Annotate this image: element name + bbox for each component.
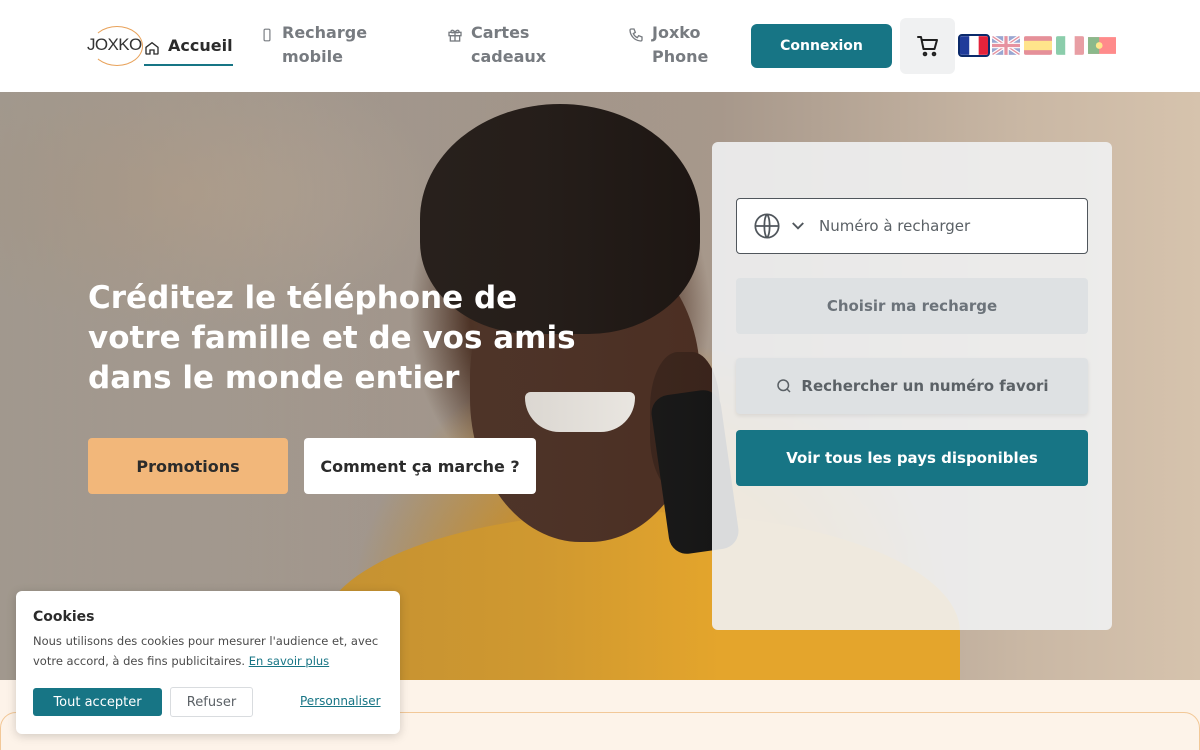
search-favorite-button[interactable]: Rechercher un numéro favori — [736, 358, 1088, 414]
nav-gift-cards[interactable]: Cartes cadeaux — [447, 21, 561, 69]
logo-text: JOXKO — [87, 35, 142, 54]
login-button[interactable]: Connexion — [751, 24, 892, 68]
how-it-works-button[interactable]: Comment ça marche ? — [304, 438, 536, 494]
flag-pt-icon[interactable] — [1088, 36, 1116, 55]
language-selector — [958, 34, 1116, 57]
home-icon — [145, 41, 159, 55]
nav-mobile-label: Recharge mobile — [282, 23, 368, 66]
choose-recharge-button[interactable]: Choisir ma recharge — [736, 278, 1088, 334]
nav-gift-label: Cartes cadeaux — [471, 23, 547, 66]
flag-it-icon[interactable] — [1056, 36, 1084, 55]
recharge-panel: Choisir ma recharge Rechercher un numéro… — [712, 142, 1112, 630]
customize-link[interactable]: Personnaliser — [300, 694, 381, 708]
flag-fr-icon[interactable] — [958, 34, 990, 57]
nav-joxko-phone[interactable]: Joxko Phone — [628, 21, 712, 69]
nav-mobile-recharge[interactable]: Recharge mobile — [260, 21, 374, 69]
flag-en-icon[interactable] — [992, 36, 1020, 55]
flag-es-icon[interactable] — [1024, 36, 1052, 55]
all-countries-button[interactable]: Voir tous les pays disponibles — [736, 430, 1088, 486]
cookie-text: Nous utilisons des cookies pour mesurer … — [33, 631, 389, 671]
cart-icon — [916, 36, 938, 57]
phone-number-field[interactable] — [736, 198, 1088, 254]
mobile-icon — [263, 28, 271, 42]
cart-button[interactable] — [900, 18, 955, 74]
globe-icon[interactable] — [753, 212, 781, 240]
learn-more-link[interactable]: En savoir plus — [249, 654, 329, 668]
nav-home-label: Accueil — [168, 36, 233, 55]
phone-icon — [629, 28, 643, 42]
accept-all-button[interactable]: Tout accepter — [33, 688, 162, 716]
promotions-button[interactable]: Promotions — [88, 438, 288, 494]
refuse-button[interactable]: Refuser — [170, 687, 253, 717]
site-header: JOXKO Accueil Recharge mobile Cartes cad… — [0, 0, 1200, 92]
phone-number-input[interactable] — [819, 217, 1059, 235]
nav-home[interactable]: Accueil — [144, 34, 233, 66]
cookie-title: Cookies — [33, 609, 95, 625]
gift-icon — [448, 29, 462, 42]
hero-title: Créditez le téléphone de votre famille e… — [88, 280, 576, 396]
nav-phone-label: Joxko Phone — [652, 23, 709, 66]
joxko-logo[interactable]: JOXKO — [87, 24, 147, 68]
cookie-banner: Cookies Nous utilisons des cookies pour … — [16, 591, 400, 734]
search-icon — [777, 379, 791, 393]
chevron-down-icon[interactable] — [789, 217, 807, 235]
search-favorite-label: Rechercher un numéro favori — [801, 377, 1049, 395]
